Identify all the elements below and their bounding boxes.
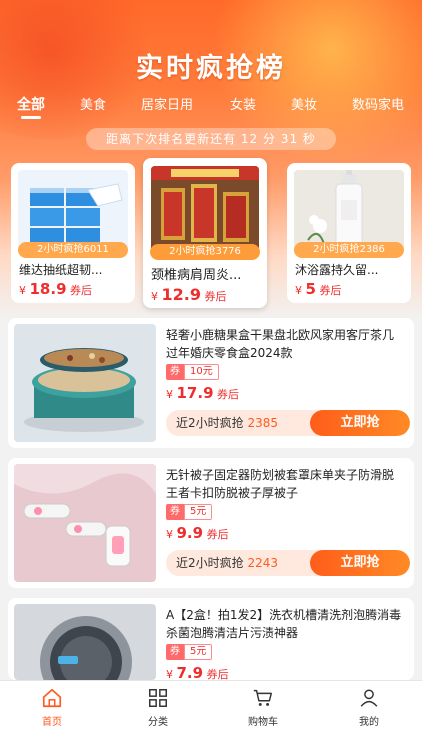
tab-beauty[interactable]: 美妆 [291, 94, 317, 113]
nav-profile-label: 我的 [359, 717, 379, 728]
product-name: A【2盒！拍1发2】洗衣机槽清洗剂泡腾消毒杀菌泡腾清洁片污渍神器 [166, 608, 402, 640]
top-card-3[interactable]: 2小时疯抢2386 沐浴露持久留... ¥ 5 券后 [287, 163, 411, 303]
sales-text: 近2小时疯抢 2243 [176, 556, 279, 570]
product-price: ¥ 7.9 券后 [166, 664, 229, 680]
product-item-2[interactable]: 无针被子固定器防划被套罩床单夹子防滑脱王者卡扣防脱被子厚被子 券 5元 ¥ 9.9… [8, 458, 414, 588]
grid-icon [149, 689, 167, 707]
tab-household[interactable]: 居家日用 [141, 94, 193, 113]
sales-bar: 近2小时疯抢 2243 立即抢 [166, 550, 410, 576]
product-price: ¥ 9.9 券后 [166, 524, 229, 542]
nav-category[interactable]: 分类 [123, 687, 193, 728]
top-card-badge: 2小时疯抢6011 [18, 242, 128, 258]
product-image-candy-box [14, 324, 156, 442]
product-price: ¥ 17.9 券后 [166, 384, 240, 402]
sales-bar: 近2小时疯抢 2385 立即抢 [166, 410, 410, 436]
top-card-name: 维达抽纸超韧... [19, 263, 103, 277]
top-card-price: ¥ 5 券后 [295, 280, 342, 298]
tab-all[interactable]: 全部 [17, 94, 45, 114]
top-card-1[interactable]: 2小时疯抢6011 维达抽纸超韧... ¥ 18.9 券后 [11, 163, 135, 303]
product-item-3[interactable]: A【2盒！拍1发2】洗衣机槽清洗剂泡腾消毒杀菌泡腾清洁片污渍神器 券 5元 ¥ 7… [8, 598, 414, 680]
coupon-badge: 券 5元 [166, 504, 213, 520]
category-tabs: 全部 美食 居家日用 女装 美妆 数码家电 [0, 94, 422, 120]
top-card-name: 颈椎病肩周炎... [151, 268, 242, 283]
rank-update-timer: 距离下次排名更新还有 12 分 31 秒 [86, 128, 336, 150]
top-card-name: 沐浴露持久留... [295, 263, 379, 277]
top-card-badge: 2小时疯抢3776 [150, 244, 260, 260]
sales-text: 近2小时疯抢 2385 [176, 416, 279, 430]
top-card-price: ¥ 12.9 券后 [151, 285, 227, 304]
buy-now-button[interactable]: 立即抢 [310, 550, 410, 576]
page-title: 实时疯抢榜 [136, 53, 286, 84]
nav-cart-label: 购物车 [248, 717, 278, 728]
bottom-nav: 首页 分类 购物车 我的 [0, 680, 422, 750]
product-name: 无针被子固定器防划被套罩床单夹子防滑脱王者卡扣防脱被子厚被子 [166, 468, 395, 500]
nav-home-label: 首页 [42, 717, 62, 728]
top-card-2[interactable]: 2小时疯抢3776 颈椎病肩周炎... ¥ 12.9 券后 [143, 158, 267, 308]
product-item-1[interactable]: 轻奢小鹿糖果盒干果盘北欧风家用客厅茶几过年婚庆零食盒2024款 券 10元 ¥ 1… [8, 318, 414, 448]
product-name: 轻奢小鹿糖果盒干果盘北欧风家用客厅茶几过年婚庆零食盒2024款 [166, 328, 395, 360]
tab-food[interactable]: 美食 [80, 94, 106, 113]
tab-digital[interactable]: 数码家电 [352, 94, 404, 113]
coupon-badge: 券 5元 [166, 644, 213, 660]
buy-now-button[interactable]: 立即抢 [310, 410, 410, 436]
top-card-badge: 2小时疯抢2386 [294, 242, 404, 258]
product-image-plaster [151, 166, 259, 254]
user-icon [360, 689, 378, 707]
cart-icon [253, 689, 272, 706]
top-card-price: ¥ 18.9 券后 [19, 280, 93, 298]
coupon-badge: 券 10元 [166, 364, 219, 380]
product-image-bodywash [294, 170, 404, 250]
tab-active-indicator [21, 116, 41, 119]
nav-profile[interactable]: 我的 [334, 687, 404, 728]
nav-category-label: 分类 [148, 717, 168, 728]
tab-women[interactable]: 女装 [230, 94, 256, 113]
home-icon [42, 688, 62, 708]
nav-cart[interactable]: 购物车 [228, 687, 298, 728]
product-image-washer-cleaner [14, 604, 156, 680]
product-image-quilt-clip [14, 464, 156, 582]
product-image-tissue [18, 170, 128, 250]
nav-home[interactable]: 首页 [17, 687, 87, 728]
